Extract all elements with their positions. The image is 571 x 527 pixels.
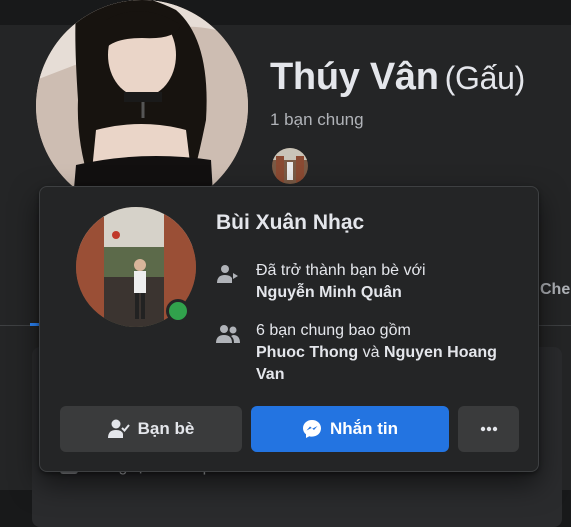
online-status-indicator <box>166 299 190 323</box>
message-button-label: Nhắn tin <box>330 419 398 438</box>
messenger-icon <box>303 420 321 438</box>
profile-nickname: (Gấu) <box>444 60 526 96</box>
hover-card-name[interactable]: Bùi Xuân Nhạc <box>216 211 364 235</box>
profile-avatar[interactable] <box>36 0 248 212</box>
user-check-icon <box>107 419 130 438</box>
mutual-prefix: 6 bạn chung bao gồm <box>256 322 411 339</box>
mutual-person-1[interactable]: Phuoc Thong <box>256 344 358 361</box>
mutual-conjunction: và <box>362 344 380 361</box>
friends-button[interactable]: Bạn bè <box>60 406 242 452</box>
mutual-friend-photo <box>272 148 308 184</box>
profile-photo <box>36 0 248 212</box>
more-dots-icon <box>480 426 497 432</box>
tab-partial[interactable]: Che <box>540 281 570 299</box>
profile-hover-card: Bùi Xuân Nhạc Đã trở thành bạn bè với Ng… <box>39 186 539 472</box>
friend-since-person[interactable]: Nguyễn Minh Quân <box>256 284 402 301</box>
profile-name-text: Thúy Vân <box>270 56 439 98</box>
friends-button-label: Bạn bè <box>137 419 195 438</box>
user-arrow-icon <box>217 265 238 283</box>
users-icon <box>216 325 240 343</box>
more-options-button[interactable] <box>458 406 519 452</box>
friend-since-row: Đã trở thành bạn bè với Nguyễn Minh Quân <box>216 260 516 304</box>
mutual-friends-count[interactable]: 1 bạn chung <box>270 110 364 130</box>
profile-name: Thúy Vân (Gấu) <box>270 56 525 99</box>
friend-since-prefix: Đã trở thành bạn bè với <box>256 262 426 279</box>
mutual-friends-row: 6 bạn chung bao gồm Phuoc Thong và Nguye… <box>216 320 516 386</box>
mutual-friend-avatar[interactable] <box>270 146 310 186</box>
message-button[interactable]: Nhắn tin <box>251 406 449 452</box>
